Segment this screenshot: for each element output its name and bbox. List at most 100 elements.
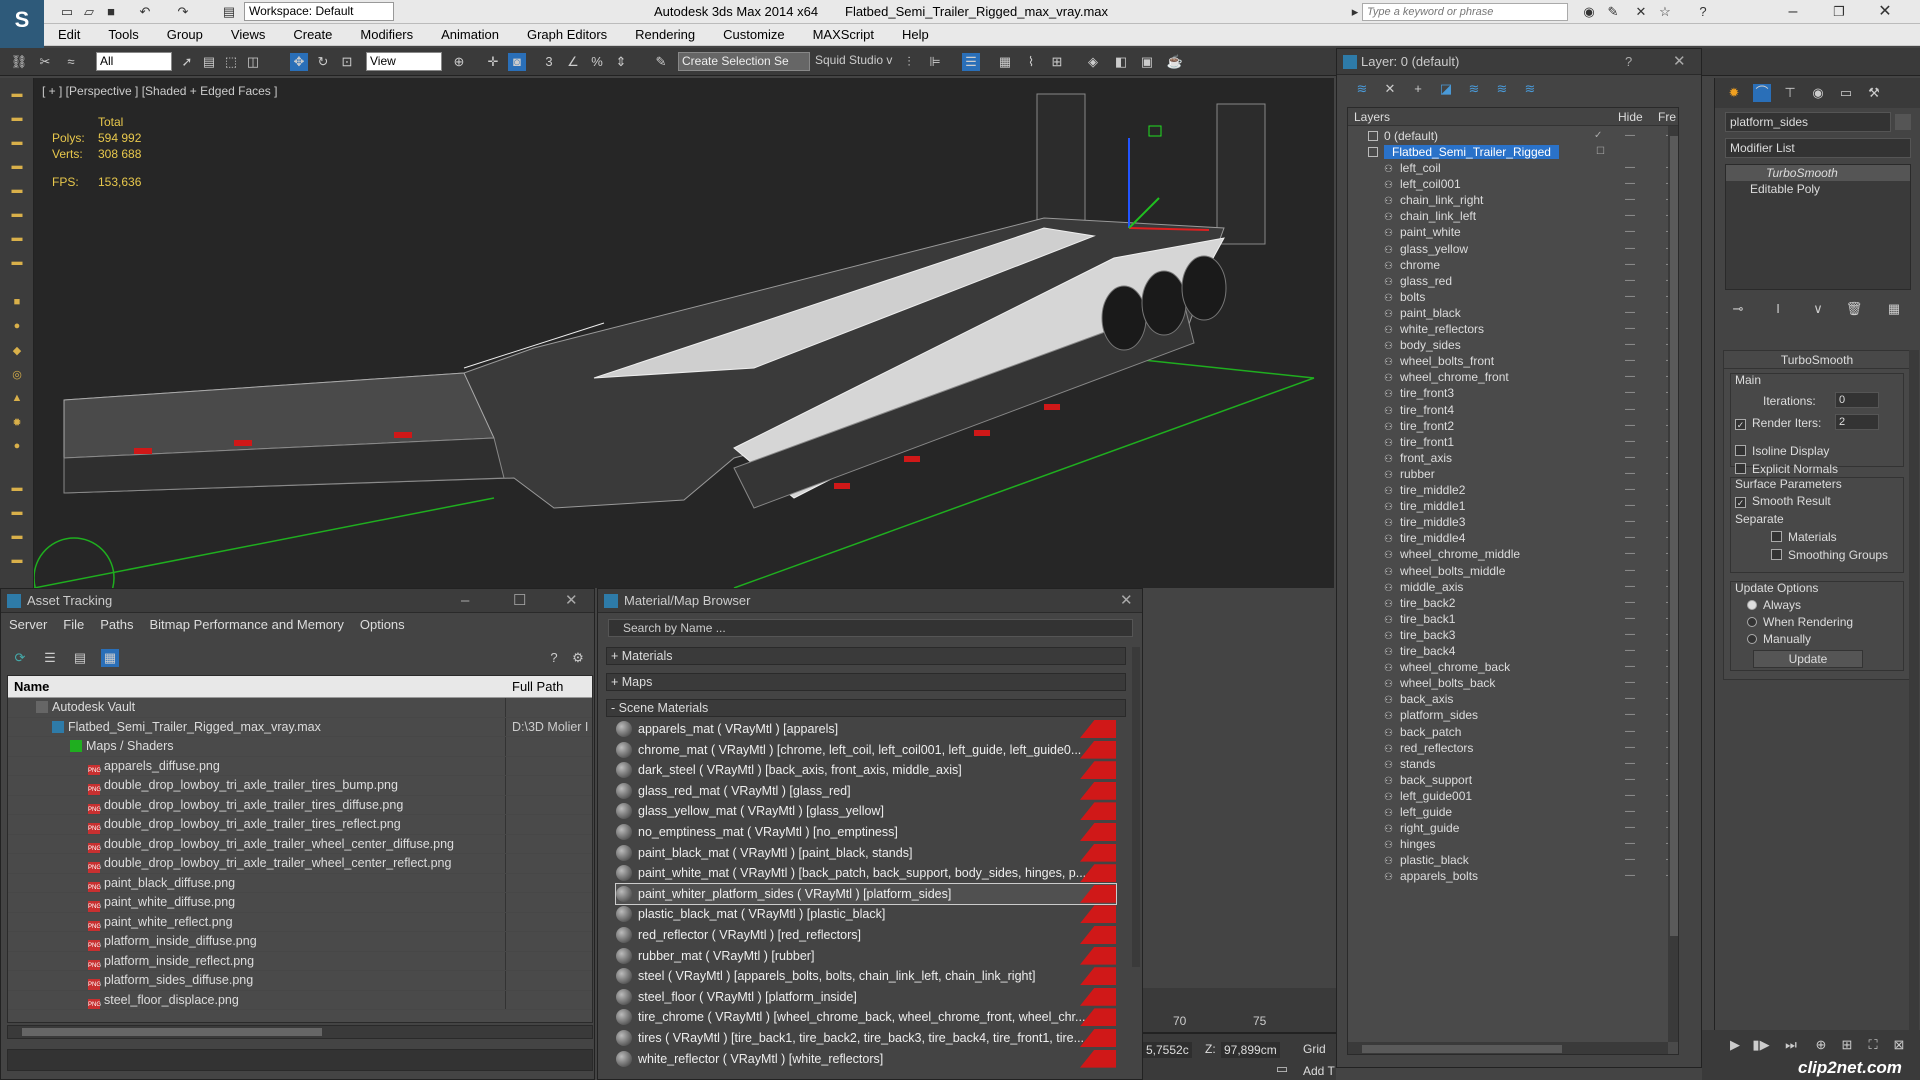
mirror-icon[interactable]: ⫶ <box>900 53 918 71</box>
named-selection-set-input[interactable]: Create Selection Se <box>678 52 810 71</box>
isoline-checkbox[interactable] <box>1735 445 1746 456</box>
table-row[interactable]: PNG apparels_diffuse.png <box>8 756 592 776</box>
refresh-icon[interactable]: ⟳ <box>11 649 29 667</box>
perspective-viewport[interactable]: [ + ] [Perspective ] [Shaded + Edged Fac… <box>34 78 1334 588</box>
render-setup-icon[interactable]: ◧ <box>1112 53 1130 71</box>
material-search-input[interactable]: Search by Name ... <box>608 619 1133 637</box>
table-row[interactable]: PNG paint_white_reflect.png <box>8 912 592 932</box>
angle-snap-icon[interactable]: ∠ <box>564 53 582 71</box>
configure-modifier-sets-icon[interactable]: ▦ <box>1885 300 1903 318</box>
scene-materials-section[interactable]: - Scene Materials <box>606 699 1126 717</box>
project-folder-icon[interactable]: ▤ <box>220 3 238 21</box>
material-item[interactable]: dark_steel ( VRayMtl ) [back_axis, front… <box>616 760 1116 780</box>
reference-coordinate-dropdown[interactable]: View <box>366 52 442 71</box>
hide-all-icon[interactable]: ≋ <box>1521 80 1539 98</box>
tool-icon-1[interactable]: ▬ <box>8 88 26 102</box>
material-item[interactable]: tire_chrome ( VRayMtl ) [wheel_chrome_ba… <box>616 1007 1116 1027</box>
modify-tab-icon[interactable]: ⌒ <box>1753 84 1771 102</box>
table-row[interactable]: Maps / Shaders <box>8 737 592 757</box>
material-item[interactable]: white_reflector ( VRayMtl ) [white_refle… <box>616 1049 1116 1069</box>
communication-icon[interactable]: ✕ <box>1632 3 1650 21</box>
menu-create[interactable]: Create <box>279 24 346 42</box>
menu-group[interactable]: Group <box>153 24 217 42</box>
make-unique-icon[interactable]: ∨ <box>1809 300 1827 318</box>
menu-maxscript[interactable]: MAXScript <box>799 24 888 42</box>
explicit-normals-row[interactable]: Explicit Normals <box>1735 462 1838 476</box>
layer-object-item[interactable]: ⚇left_coil—— <box>1348 160 1678 176</box>
scrollbar-thumb[interactable] <box>1670 136 1678 936</box>
layer-object-item[interactable]: ⚇tire_back3—— <box>1348 627 1678 643</box>
schematic-view-icon[interactable]: ⊞ <box>1048 53 1066 71</box>
material-item[interactable]: tires ( VRayMtl ) [tire_back1, tire_back… <box>616 1028 1116 1048</box>
menu-customize[interactable]: Customize <box>709 24 798 42</box>
layer-object-item[interactable]: ⚇apparels_bolts—— <box>1348 868 1678 884</box>
layer-object-item[interactable]: ⚇back_patch—— <box>1348 724 1678 740</box>
binoculars-icon[interactable]: ◉ <box>1580 3 1598 21</box>
snap-3d-icon[interactable]: 3 <box>540 53 558 71</box>
hierarchy-tab-icon[interactable]: ⊤ <box>1781 84 1799 102</box>
menu-rendering[interactable]: Rendering <box>621 24 709 42</box>
edit-named-selection-icon[interactable]: ✎ <box>652 53 670 71</box>
menu-server[interactable]: Server <box>1 613 55 636</box>
smoothing-groups-row[interactable]: Smoothing Groups <box>1771 548 1888 562</box>
help-icon[interactable]: ? <box>1694 3 1712 21</box>
select-manipulate-icon[interactable]: ✛ <box>484 53 502 71</box>
vertical-scrollbar[interactable] <box>1668 126 1678 1042</box>
column-full-path[interactable]: Full Path <box>512 676 563 698</box>
manually-row[interactable]: Manually <box>1747 632 1811 646</box>
open-file-icon[interactable]: ▱ <box>80 3 98 21</box>
object-color-swatch[interactable] <box>1895 114 1911 130</box>
geosphere-icon[interactable]: ● <box>8 440 26 454</box>
layer-object-item[interactable]: ⚇bolts—— <box>1348 289 1678 305</box>
layer-object-item[interactable]: ⚇tire_middle4—— <box>1348 530 1678 546</box>
rect-selection-icon[interactable]: ⬚ <box>222 53 240 71</box>
tool-icon-7[interactable]: ▬ <box>8 232 26 246</box>
sphere-primitive-icon[interactable]: ● <box>8 320 26 334</box>
rollout-title[interactable]: TurboSmooth <box>1724 351 1910 369</box>
menu-edit[interactable]: Edit <box>44 24 94 42</box>
material-item[interactable]: apparels_mat ( VRayMtl ) [apparels] <box>616 719 1116 739</box>
tool-icon-4[interactable]: ▬ <box>8 160 26 174</box>
window-crossing-icon[interactable]: ◫ <box>244 53 262 71</box>
unlink-icon[interactable]: ✂ <box>36 53 54 71</box>
layer-object-item[interactable]: ⚇red_reflectors—— <box>1348 740 1678 756</box>
table-row[interactable]: PNG platform_sides_diffuse.png <box>8 971 592 991</box>
table-row[interactable]: PNG steel_floor_displace.png <box>8 990 592 1010</box>
utilities-tab-icon[interactable]: ⚒ <box>1865 84 1883 102</box>
layer-object-item[interactable]: ⚇tire_middle3—— <box>1348 514 1678 530</box>
manually-radio[interactable] <box>1747 634 1757 644</box>
list-view-icon[interactable]: ☰ <box>41 649 59 667</box>
maximize-viewport-icon[interactable]: ⊠ <box>1890 1036 1908 1054</box>
material-item[interactable]: plastic_black_mat ( VRayMtl ) [plastic_b… <box>616 904 1116 924</box>
menu-bitmap-performance[interactable]: Bitmap Performance and Memory <box>142 613 352 636</box>
layer-object-item[interactable]: ⚇body_sides—— <box>1348 337 1678 353</box>
app-logo[interactable]: S <box>0 0 44 48</box>
table-row[interactable]: PNG platform_inside_reflect.png <box>8 951 592 971</box>
table-row[interactable]: PNG paint_black_diffuse.png <box>8 873 592 893</box>
maximize-icon[interactable]: ☐ <box>513 589 526 613</box>
bind-spacewarp-icon[interactable]: ≈ <box>62 53 80 71</box>
always-row[interactable]: Always <box>1747 598 1801 612</box>
search-input[interactable]: Type a keyword or phrase <box>1362 3 1568 21</box>
go-to-end-icon[interactable]: ⏭ <box>1782 1036 1800 1054</box>
when-rendering-radio[interactable] <box>1747 617 1757 627</box>
material-item[interactable]: steel_floor ( VRayMtl ) [platform_inside… <box>616 987 1116 1007</box>
maps-section[interactable]: + Maps <box>606 673 1126 691</box>
subscription-icon[interactable]: ✎ <box>1604 3 1622 21</box>
time-config-icon[interactable]: ▭ <box>1273 1060 1291 1078</box>
percent-snap-icon[interactable]: % <box>588 53 606 71</box>
highlight-layer-icon[interactable]: ≋ <box>1493 80 1511 98</box>
layer-object-item[interactable]: ⚇wheel_chrome_back—— <box>1348 659 1678 675</box>
pin-stack-icon[interactable]: ⊸ <box>1729 300 1747 318</box>
tool-icon-8[interactable]: ▬ <box>8 256 26 270</box>
select-objects-icon[interactable]: ≋ <box>1465 80 1483 98</box>
materials-row[interactable]: Materials <box>1771 530 1837 544</box>
restore-icon[interactable]: ❐ <box>1830 3 1848 21</box>
material-item[interactable]: paint_whiter_platform_sides ( VRayMtl ) … <box>615 882 1117 905</box>
save-icon[interactable]: ■ <box>102 3 120 21</box>
layer-object-item[interactable]: ⚇tire_front4—— <box>1348 402 1678 418</box>
modifier-list-dropdown[interactable]: Modifier List <box>1725 138 1911 158</box>
keyboard-shortcut-icon[interactable]: ◙ <box>508 53 526 71</box>
path-field[interactable] <box>7 1049 593 1071</box>
tool-icon-9[interactable]: ▬ <box>8 482 26 496</box>
